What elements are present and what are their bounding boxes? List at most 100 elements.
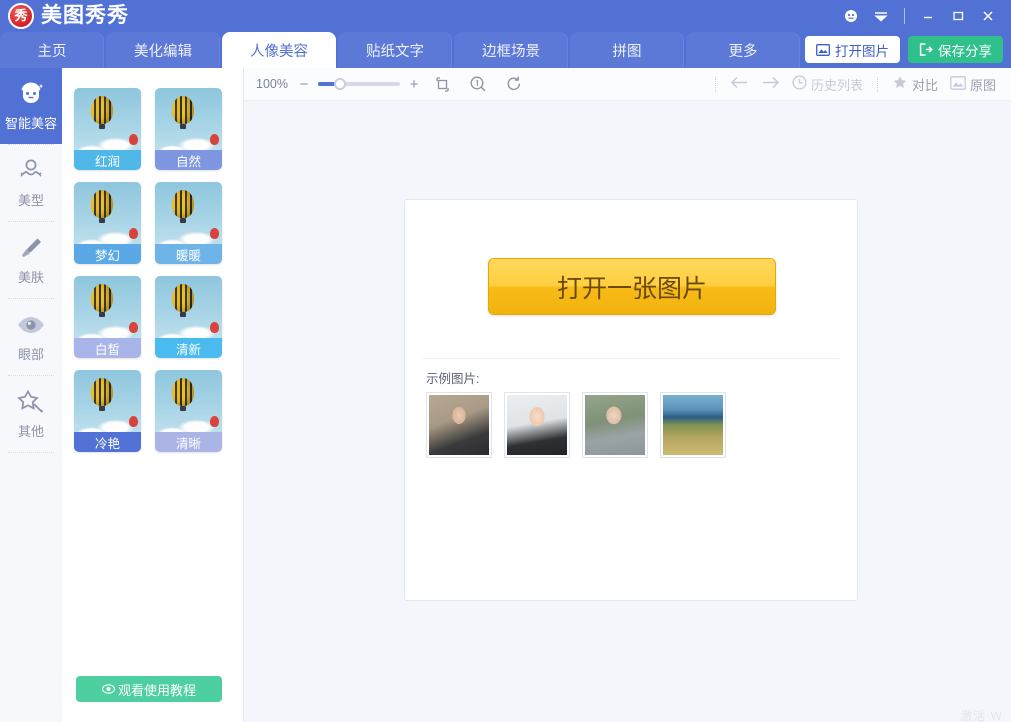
original-label: 原图 (970, 75, 996, 94)
minus-icon[interactable]: − (298, 76, 310, 93)
compare-button[interactable]: 对比 (887, 71, 943, 97)
tab-more[interactable]: 更多 (686, 32, 800, 68)
window-controls (836, 0, 1003, 32)
preset-item[interactable]: 梦幻 (74, 182, 141, 264)
window-controls-divider (904, 8, 905, 24)
balloon-small-icon (210, 322, 219, 333)
balloon-small-icon (210, 228, 219, 239)
preset-label: 白皙 (74, 338, 141, 358)
watch-tutorial-label: 观看使用教程 (118, 680, 196, 699)
balloon-icon (172, 190, 194, 218)
open-one-image-button[interactable]: 打开一张图片 (488, 258, 776, 315)
preset-label: 清新 (155, 338, 222, 358)
tab-sticker-text[interactable]: 贴纸文字 (338, 32, 452, 68)
balloon-icon (91, 378, 113, 406)
balloon-small-icon (210, 416, 219, 427)
original-button[interactable]: 原图 (945, 71, 1001, 97)
balloon-icon (91, 284, 113, 312)
preset-item[interactable]: 自然 (155, 88, 222, 170)
sample-woman-brown-hair[interactable] (426, 392, 492, 458)
sidebar-item-other[interactable]: 其他 (0, 376, 62, 452)
minimize-button[interactable] (913, 1, 943, 31)
canvas-toolbar: 100% − + (244, 68, 1011, 101)
tab-list: 主页 美化编辑 人像美容 贴纸文字 边框场景 拼图 更多 (0, 32, 802, 68)
drop-panel-divider (423, 358, 839, 359)
preset-label: 暖暖 (155, 244, 222, 264)
maximize-button[interactable] (943, 1, 973, 31)
plus-icon[interactable]: + (408, 76, 420, 93)
compare-label: 对比 (912, 75, 938, 94)
balloon-icon (91, 190, 113, 218)
sidebar-item-label: 美型 (18, 190, 44, 209)
preset-grid: 红润 自然 梦幻 暖暖 (62, 88, 244, 452)
redo-button[interactable] (756, 71, 785, 97)
arrow-right-icon (761, 76, 780, 92)
logo-badge-icon: 秀 (8, 3, 34, 29)
history-button[interactable]: 历史列表 (787, 71, 868, 97)
sample-thumbnail (663, 395, 723, 455)
sidebar-item-smart-beauty[interactable]: 智能美容 (0, 68, 62, 144)
close-button[interactable] (973, 1, 1003, 31)
open-image-button[interactable]: 打开图片 (805, 36, 900, 63)
sample-images-label: 示例图片: (426, 368, 479, 387)
preset-item[interactable]: 暖暖 (155, 182, 222, 264)
image-icon (950, 76, 966, 93)
tab-bar: 主页 美化编辑 人像美容 贴纸文字 边框场景 拼图 更多 打开图片 保存分享 (0, 32, 1011, 68)
preset-item[interactable]: 冷艳 (74, 370, 141, 452)
sample-thumbnail (507, 395, 567, 455)
zoom-controls: 100% − + (244, 70, 528, 98)
sample-thumbnail (585, 395, 645, 455)
sidebar-item-label: 其他 (18, 421, 44, 440)
menu-chevron-icon[interactable] (866, 1, 896, 31)
eye-icon (16, 311, 46, 339)
balloon-small-icon (129, 416, 138, 427)
sidebar-item-eyes[interactable]: 眼部 (0, 299, 62, 375)
watch-tutorial-button[interactable]: 观看使用教程 (76, 676, 222, 702)
tab-collage[interactable]: 拼图 (570, 32, 684, 68)
tab-frame-scene[interactable]: 边框场景 (454, 32, 568, 68)
rail-divider (8, 452, 54, 453)
clock-icon (792, 75, 807, 93)
preset-label: 自然 (155, 150, 222, 170)
preset-item[interactable]: 清晰 (155, 370, 222, 452)
balloon-small-icon (210, 134, 219, 145)
canvas-toolbar-right: 历史列表 对比 原图 (708, 71, 1011, 97)
magnifier-one-icon[interactable] (464, 70, 492, 98)
app-logo: 秀 美图秀秀 (8, 2, 129, 30)
preset-item[interactable]: 清新 (155, 276, 222, 358)
sidebar-item-body-shape[interactable]: 美型 (0, 145, 62, 221)
preset-panel: 红润 自然 梦幻 暖暖 (62, 68, 244, 722)
sidebar-item-label: 智能美容 (5, 113, 57, 132)
refresh-icon[interactable] (500, 70, 528, 98)
tab-portrait-beauty[interactable]: 人像美容 (222, 32, 336, 68)
sample-child-portrait[interactable] (582, 392, 648, 458)
zoom-slider-thumb[interactable] (334, 78, 346, 90)
balloon-icon (172, 284, 194, 312)
balloon-small-icon (129, 322, 138, 333)
face-beauty-icon (16, 80, 46, 108)
tab-beautify-edit[interactable]: 美化编辑 (106, 32, 220, 68)
preset-label: 冷艳 (74, 432, 141, 452)
meitu-xiuxiu-window: 秀 美图秀秀 主页 美化编辑 人像美容 (0, 0, 1011, 722)
balloon-icon (91, 96, 113, 124)
zoom-slider[interactable] (318, 77, 400, 91)
activation-watermark: 激活 W (960, 707, 1003, 722)
preset-item[interactable]: 红润 (74, 88, 141, 170)
save-share-button[interactable]: 保存分享 (908, 36, 1003, 63)
undo-button[interactable] (725, 71, 754, 97)
eye-icon (102, 682, 115, 697)
crop-icon[interactable] (428, 70, 456, 98)
smiley-icon[interactable] (836, 1, 866, 31)
export-icon (919, 43, 933, 56)
preset-label: 红润 (74, 150, 141, 170)
sample-beach-grass[interactable] (660, 392, 726, 458)
toolbar-divider (877, 77, 878, 92)
sample-woman-portrait[interactable] (504, 392, 570, 458)
sidebar-item-skin[interactable]: 美肤 (0, 222, 62, 298)
left-rail: 智能美容 美型 美肤 眼部 其他 (0, 68, 62, 722)
sidebar-item-label: 眼部 (18, 344, 44, 363)
balloon-small-icon (129, 228, 138, 239)
title-bar: 秀 美图秀秀 (0, 0, 1011, 32)
preset-item[interactable]: 白皙 (74, 276, 141, 358)
tab-home[interactable]: 主页 (0, 32, 104, 68)
